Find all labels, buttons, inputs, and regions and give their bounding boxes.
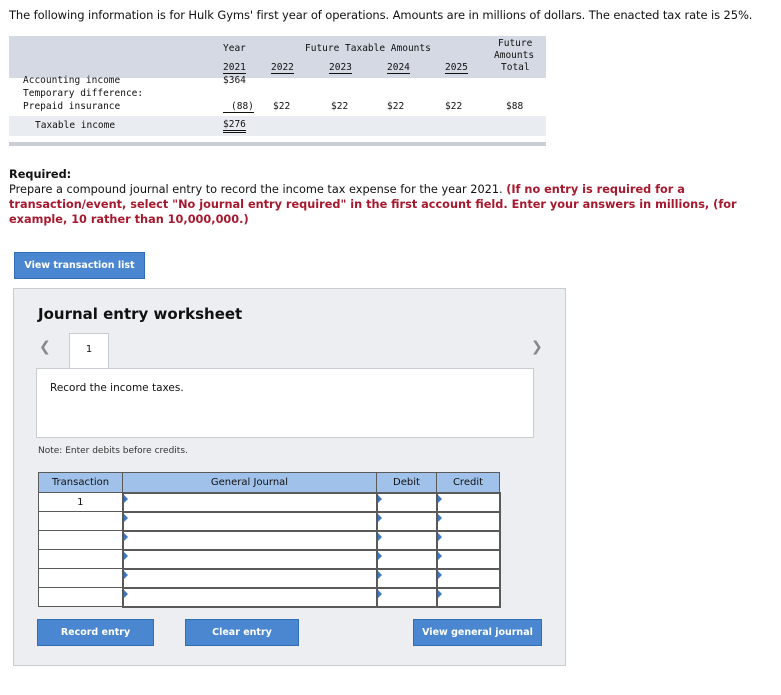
transaction-cell <box>38 549 123 569</box>
journal-row <box>38 586 501 608</box>
taxable-income-label: Taxable income <box>35 120 116 131</box>
col-future-total-header-2: Amounts <box>494 50 535 61</box>
transaction-cell: 1 <box>38 492 123 512</box>
account-select[interactable] <box>121 510 378 532</box>
debit-input[interactable] <box>375 510 438 532</box>
year-2022: 2022 <box>271 62 294 74</box>
temporary-difference-label: Temporary difference: <box>23 88 144 99</box>
year-2024: 2024 <box>387 62 410 74</box>
record-entry-button[interactable]: Record entry <box>37 619 154 646</box>
transaction-header: Transaction <box>38 472 123 493</box>
transaction-cell <box>38 511 123 531</box>
journal-row: 1 <box>38 491 501 513</box>
prepaid-insurance-label: Prepaid insurance <box>23 101 121 112</box>
journal-row <box>38 548 501 570</box>
general-journal-header: General Journal <box>122 472 377 493</box>
prepaid-insurance-2024: $22 <box>387 101 405 112</box>
debits-before-credits-note: Note: Enter debits before credits. <box>38 446 188 456</box>
prepaid-insurance-2021: (88) <box>223 101 254 113</box>
worksheet-description-box: Record the income taxes. <box>36 368 534 438</box>
account-select[interactable] <box>121 548 378 570</box>
intro-text: The following information is for Hulk Gy… <box>9 8 753 22</box>
prepaid-insurance-2022: $22 <box>273 101 291 112</box>
journal-entry-worksheet: Journal entry worksheet ❮ ❯ 1 Record the… <box>13 288 566 666</box>
journal-row <box>38 510 501 532</box>
prepaid-insurance-total: $88 <box>506 101 524 112</box>
col-year-header: Year <box>223 43 246 54</box>
chevron-right-icon[interactable]: ❯ <box>531 339 543 355</box>
transaction-cell <box>38 530 123 550</box>
debit-header: Debit <box>376 472 437 493</box>
account-select[interactable] <box>121 491 378 513</box>
clear-entry-button[interactable]: Clear entry <box>185 619 299 646</box>
worksheet-title: Journal entry worksheet <box>38 305 243 323</box>
journal-grid: Transaction General Journal Debit Credit… <box>38 472 501 608</box>
account-select[interactable] <box>121 529 378 551</box>
account-select[interactable] <box>121 586 378 608</box>
journal-row <box>38 529 501 551</box>
debit-input[interactable] <box>375 529 438 551</box>
view-general-journal-button[interactable]: View general journal <box>413 619 542 646</box>
view-transaction-list-button[interactable]: View transaction list <box>14 252 145 279</box>
year-2021: 2021 <box>223 62 246 74</box>
transaction-cell <box>38 568 123 588</box>
accounting-income-label: Accounting income <box>23 75 121 86</box>
prepaid-insurance-2025: $22 <box>445 101 463 112</box>
taxable-income-2021: $276 <box>223 119 246 133</box>
debit-input[interactable] <box>375 586 438 608</box>
col-future-total-header-1: Future <box>498 38 533 49</box>
prepaid-insurance-2023: $22 <box>331 101 349 112</box>
credit-input[interactable] <box>435 586 501 608</box>
year-2023: 2023 <box>329 62 352 74</box>
chevron-left-icon[interactable]: ❮ <box>39 339 51 355</box>
year-2025: 2025 <box>445 62 468 74</box>
required-text: Prepare a compound journal entry to reco… <box>9 183 503 196</box>
col-future-total-header-3: Total <box>501 62 530 73</box>
credit-input[interactable] <box>435 491 501 513</box>
required-section: Required: Prepare a compound journal ent… <box>9 167 774 227</box>
accounting-income-2021: $364 <box>223 75 246 86</box>
credit-input[interactable] <box>435 529 501 551</box>
col-future-taxable-header: Future Taxable Amounts <box>305 43 431 54</box>
credit-input[interactable] <box>435 510 501 532</box>
credit-input[interactable] <box>435 548 501 570</box>
worksheet-tab-1[interactable]: 1 <box>69 333 109 369</box>
required-heading: Required: <box>9 168 72 181</box>
worksheet-description: Record the income taxes. <box>50 382 184 394</box>
credit-header: Credit <box>436 472 500 493</box>
debit-input[interactable] <box>375 548 438 570</box>
credit-input[interactable] <box>435 567 501 589</box>
transaction-cell <box>38 587 123 607</box>
debit-input[interactable] <box>375 567 438 589</box>
account-select[interactable] <box>121 567 378 589</box>
debit-input[interactable] <box>375 491 438 513</box>
journal-row <box>38 567 501 589</box>
